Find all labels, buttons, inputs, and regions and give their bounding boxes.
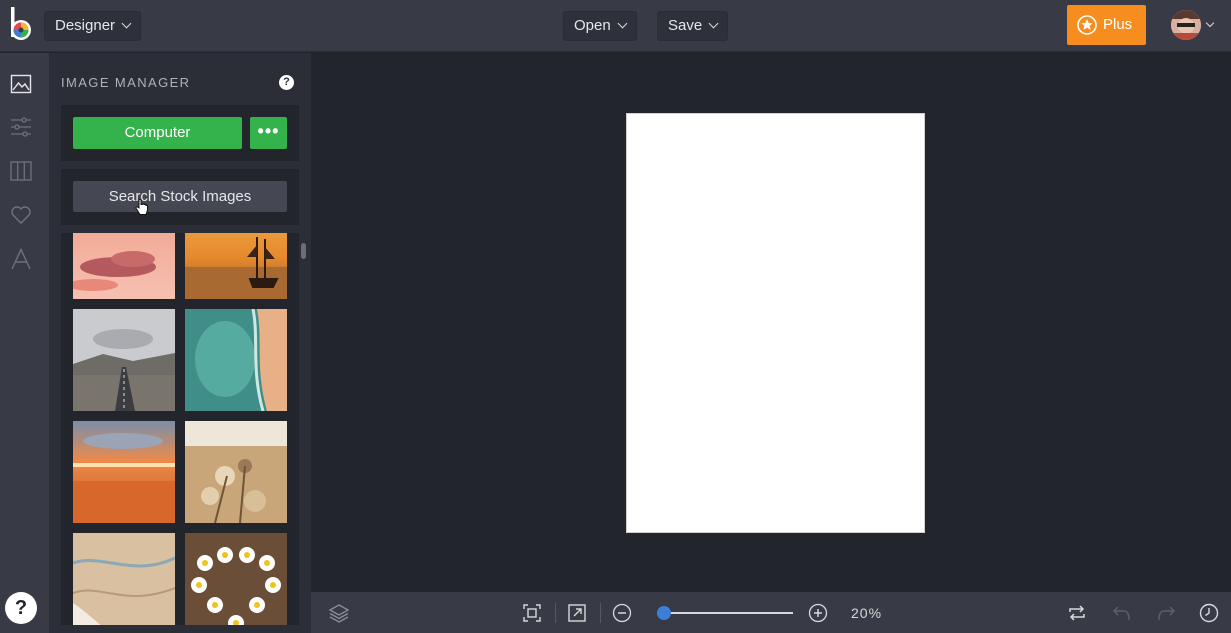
history-icon[interactable] [1199, 603, 1219, 623]
chevron-down-icon [617, 18, 628, 29]
image-manager-panel: IMAGE MANAGER ? Computer ••• Search Stoc… [49, 53, 311, 633]
zoom-in-icon[interactable] [808, 603, 828, 623]
sliders-icon[interactable] [10, 116, 32, 138]
divider [600, 603, 601, 623]
thumbnail-dried-flowers-field[interactable] [185, 421, 287, 523]
help-button[interactable]: ? [5, 592, 37, 624]
workspace-label: Designer [55, 17, 116, 34]
zoom-out-icon[interactable] [612, 603, 632, 623]
canvas-area [311, 53, 1231, 591]
plus-label: Plus [1103, 16, 1133, 33]
upload-section: Computer ••• [61, 105, 299, 161]
avatar-image [1171, 10, 1201, 40]
app-logo[interactable] [8, 7, 34, 43]
blank-canvas-page[interactable] [626, 113, 925, 533]
save-dropdown[interactable]: Save [657, 11, 729, 41]
save-label: Save [668, 17, 703, 34]
divider [555, 603, 556, 623]
image-icon[interactable] [10, 73, 32, 95]
layers-icon[interactable] [329, 603, 349, 623]
chevron-down-icon [121, 18, 132, 29]
panel-title: IMAGE MANAGER [61, 75, 191, 90]
thumbnail-turquoise-sea-beach-aerial[interactable] [185, 309, 287, 411]
fit-to-screen-icon[interactable] [522, 603, 542, 623]
bottom-toolbar: 20% [311, 592, 1231, 633]
columns-icon[interactable] [10, 160, 32, 182]
zoom-level: 20% [851, 605, 883, 621]
open-label: Open [574, 17, 611, 34]
chevron-down-icon [708, 18, 719, 29]
star-icon [1077, 15, 1097, 35]
computer-upload-button[interactable]: Computer [73, 117, 242, 149]
thumbnail-daisies-heart[interactable] [185, 533, 287, 625]
heart-icon[interactable] [10, 204, 32, 226]
redo-icon[interactable] [1156, 603, 1176, 623]
thumbnail-orange-sunset-beach[interactable] [73, 421, 175, 523]
workspace-dropdown[interactable]: Designer [44, 11, 142, 41]
zoom-slider-handle[interactable] [656, 606, 671, 620]
tool-sidebar [0, 53, 49, 633]
text-icon[interactable] [10, 248, 32, 270]
more-sources-button[interactable]: ••• [250, 117, 287, 149]
thumbnail-sand-desert-aerial[interactable] [73, 533, 175, 625]
expand-icon[interactable] [567, 603, 587, 623]
help-icon[interactable]: ? [279, 75, 294, 90]
thumbnail-empty-road-mountains[interactable] [73, 309, 175, 411]
hand-cursor-icon [135, 199, 148, 215]
zoom-slider-track[interactable] [657, 612, 793, 614]
plus-upgrade-button[interactable]: Plus [1067, 5, 1146, 45]
stock-image-gallery [61, 233, 299, 625]
thumbnail-pink-clouds-sky[interactable] [73, 233, 175, 299]
open-dropdown[interactable]: Open [563, 11, 637, 41]
top-bar: Designer Open Save Plus [0, 0, 1231, 52]
avatar[interactable] [1171, 10, 1201, 40]
chevron-down-icon[interactable] [1205, 18, 1215, 28]
thumbnail-sailing-ship-sunset[interactable] [185, 233, 287, 299]
stock-section: Search Stock Images [61, 169, 299, 225]
gallery-scrollbar[interactable] [301, 243, 306, 259]
search-stock-images-button[interactable]: Search Stock Images [73, 181, 287, 212]
undo-icon[interactable] [1112, 603, 1132, 623]
repeat-icon[interactable] [1067, 603, 1087, 623]
